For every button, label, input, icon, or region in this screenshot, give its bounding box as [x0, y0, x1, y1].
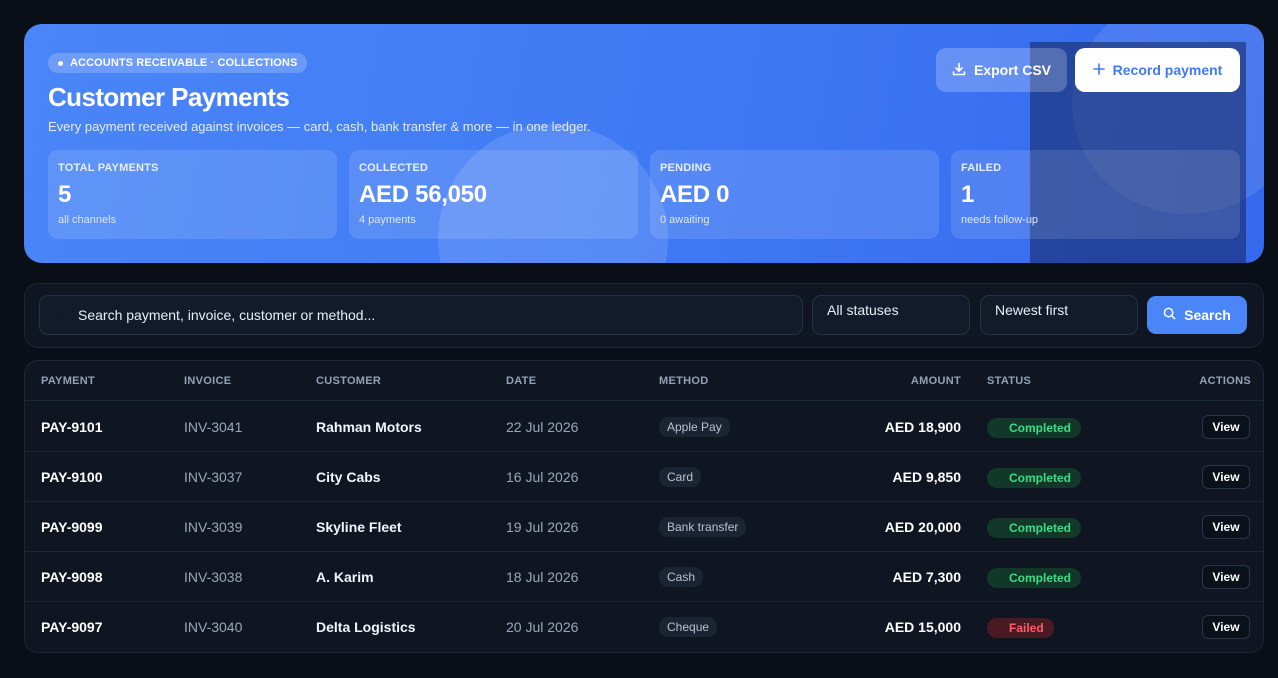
export-label: Export CSV	[973, 62, 1051, 78]
method-badge: Card	[659, 467, 702, 487]
status-badge: Completed	[987, 418, 1082, 438]
eyebrow-label: ACCOUNTS RECEIVABLE · COLLECTIONS	[70, 57, 298, 69]
payment-amount: AED 9,850	[892, 469, 961, 485]
table-row: PAY-9098 INV-3038 A. Karim 18 Jul 2026 C…	[25, 552, 1263, 602]
stat-label: TOTAL PAYMENTS	[58, 162, 159, 174]
invoice-id: INV-3040	[184, 619, 243, 635]
customer-name: Delta Logistics	[316, 619, 416, 635]
payment-date: 18 Jul 2026	[506, 569, 579, 585]
hero-panel: ACCOUNTS RECEIVABLE · COLLECTIONS Custom…	[24, 24, 1264, 263]
table-row: PAY-9100 INV-3037 City Cabs 16 Jul 2026 …	[25, 452, 1263, 502]
status-badge: Failed	[987, 618, 1054, 638]
payment-amount: AED 18,900	[884, 419, 961, 435]
method-badge: Bank transfer	[659, 517, 747, 537]
search-button[interactable]: Search	[1147, 296, 1247, 334]
sort-select[interactable]: Newest first	[980, 295, 1138, 335]
method-badge: Cheque	[659, 617, 718, 637]
export-csv-button[interactable]: Export CSV	[936, 48, 1067, 92]
record-payment-button[interactable]: Record payment	[1075, 48, 1240, 92]
stat-label: PENDING	[660, 162, 712, 174]
view-button[interactable]: View	[1202, 465, 1250, 489]
customer-name: Rahman Motors	[316, 419, 422, 435]
method-badge: Cash	[659, 567, 704, 587]
column-header-amount: AMOUNT	[910, 375, 961, 387]
stat-sub: needs follow-up	[961, 214, 1039, 226]
column-header-status: STATUS	[987, 375, 1032, 387]
payment-date: 19 Jul 2026	[506, 519, 579, 535]
method-badge: Apple Pay	[659, 417, 730, 437]
stat-value: 5	[58, 181, 72, 208]
search-placeholder: Search payment, invoice, customer or met…	[78, 307, 376, 323]
stat-sub: 0 awaiting	[660, 214, 710, 226]
column-header-method: METHOD	[659, 375, 709, 387]
invoice-id: INV-3039	[184, 519, 243, 535]
page-title: Customer Payments	[48, 82, 290, 112]
table-row: PAY-9097 INV-3040 Delta Logistics 20 Jul…	[25, 602, 1263, 652]
search-button-label: Search	[1184, 307, 1231, 323]
download-icon	[952, 62, 966, 79]
view-button[interactable]: View	[1202, 615, 1250, 639]
payment-amount: AED 7,300	[892, 569, 961, 585]
column-header-actions: ACTIONS	[1199, 375, 1251, 387]
table-row: PAY-9099 INV-3039 Skyline Fleet 19 Jul 2…	[25, 502, 1263, 552]
table-header: PAYMENT INVOICE CUSTOMER DATE METHOD AMO…	[25, 361, 1263, 401]
payment-id: PAY-9100	[41, 469, 103, 485]
table-row: PAY-9101 INV-3041 Rahman Motors 22 Jul 2…	[25, 402, 1263, 452]
search-input[interactable]: Search payment, invoice, customer or met…	[39, 295, 803, 335]
stat-label: COLLECTED	[359, 162, 429, 174]
payment-amount: AED 15,000	[884, 619, 961, 635]
payments-table: PAYMENT INVOICE CUSTOMER DATE METHOD AMO…	[24, 360, 1264, 653]
invoice-id: INV-3038	[184, 569, 243, 585]
status-badge: Completed	[987, 518, 1082, 538]
stat-card-collected: COLLECTED AED 56,050 4 payments	[349, 150, 638, 239]
column-header-customer: CUSTOMER	[316, 375, 382, 387]
search-icon	[54, 308, 68, 325]
column-header-payment: PAYMENT	[41, 375, 96, 387]
section-eyebrow: ACCOUNTS RECEIVABLE · COLLECTIONS	[48, 53, 308, 73]
invoice-id: INV-3041	[184, 419, 243, 435]
payment-id: PAY-9098	[41, 569, 103, 585]
payment-amount: AED 20,000	[884, 519, 961, 535]
column-header-date: DATE	[506, 375, 537, 387]
column-header-invoice: INVOICE	[184, 375, 232, 387]
customer-name: A. Karim	[316, 569, 374, 585]
stat-sub: 4 payments	[359, 214, 416, 226]
view-button[interactable]: View	[1202, 515, 1250, 539]
view-button[interactable]: View	[1202, 565, 1250, 589]
status-filter-select[interactable]: All statuses	[812, 295, 970, 335]
stat-label: FAILED	[961, 162, 1002, 174]
customer-name: Skyline Fleet	[316, 519, 402, 535]
status-badge: Completed	[987, 568, 1082, 588]
stat-sub: all channels	[58, 214, 117, 226]
stat-value: 1	[961, 181, 975, 208]
page-subtitle: Every payment received against invoices …	[48, 119, 591, 134]
payment-date: 16 Jul 2026	[506, 469, 579, 485]
customer-name: City Cabs	[316, 469, 381, 485]
dot-icon	[58, 60, 63, 66]
view-button[interactable]: View	[1202, 415, 1250, 439]
filter-bar: Search payment, invoice, customer or met…	[24, 283, 1264, 348]
record-label: Record payment	[1112, 62, 1223, 78]
payment-id: PAY-9101	[41, 419, 103, 435]
stat-card-total: TOTAL PAYMENTS 5 all channels	[48, 150, 337, 239]
stat-card-pending: PENDING AED 0 0 awaiting	[650, 150, 939, 239]
sort-value: Newest first	[995, 302, 1069, 318]
payment-id: PAY-9099	[41, 519, 103, 535]
status-filter-value: All statuses	[827, 302, 899, 318]
invoice-id: INV-3037	[184, 469, 243, 485]
plus-icon	[1092, 62, 1105, 78]
status-badge: Completed	[987, 468, 1082, 488]
payment-date: 22 Jul 2026	[506, 419, 579, 435]
stat-value: AED 0	[660, 181, 730, 208]
payment-date: 20 Jul 2026	[506, 619, 579, 635]
search-icon	[1163, 307, 1176, 323]
stat-value: AED 56,050	[359, 181, 487, 208]
payment-id: PAY-9097	[41, 619, 103, 635]
stat-card-failed: FAILED 1 needs follow-up	[951, 150, 1240, 239]
